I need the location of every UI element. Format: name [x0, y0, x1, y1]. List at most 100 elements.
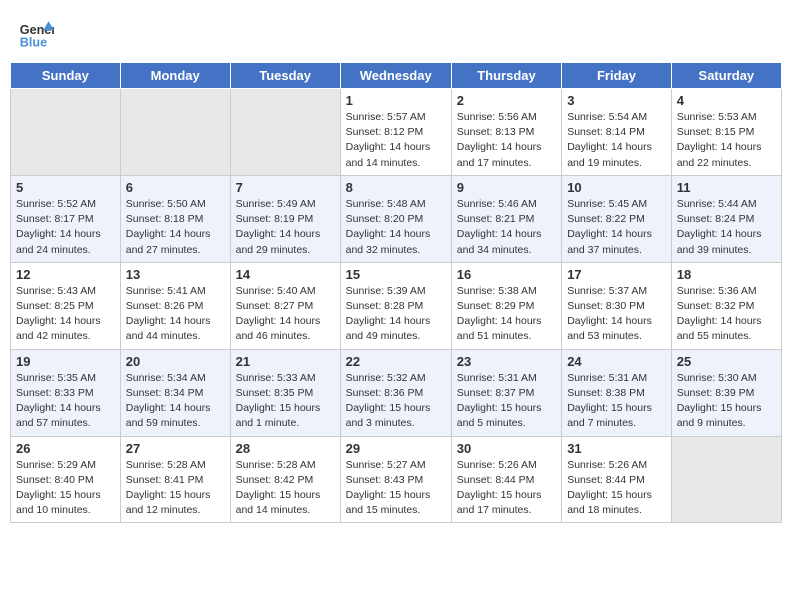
- day-info: Sunrise: 5:46 AM Sunset: 8:21 PM Dayligh…: [457, 197, 556, 258]
- day-number: 30: [457, 441, 556, 456]
- calendar-cell: 19 Sunrise: 5:35 AM Sunset: 8:33 PM Dayli…: [11, 349, 121, 436]
- day-info: Sunrise: 5:52 AM Sunset: 8:17 PM Dayligh…: [16, 197, 115, 258]
- day-number: 27: [126, 441, 225, 456]
- weekday-header-monday: Monday: [120, 63, 230, 89]
- week-row-3: 12 Sunrise: 5:43 AM Sunset: 8:25 PM Dayli…: [11, 262, 782, 349]
- calendar-cell: 28Sunrise: 5:28 AM Sunset: 8:42 PM Dayli…: [230, 436, 340, 523]
- day-info: Sunrise: 5:33 AM Sunset: 8:35 PM Dayligh…: [236, 371, 335, 432]
- calendar-cell: 22 Sunrise: 5:32 AM Sunset: 8:36 PM Dayli…: [340, 349, 451, 436]
- day-number: 2: [457, 93, 556, 108]
- day-number: 24: [567, 354, 666, 369]
- weekday-header-wednesday: Wednesday: [340, 63, 451, 89]
- day-info: Sunrise: 5:44 AM Sunset: 8:24 PM Dayligh…: [677, 197, 776, 258]
- day-number: 9: [457, 180, 556, 195]
- calendar-cell: 25 Sunrise: 5:30 AM Sunset: 8:39 PM Dayli…: [671, 349, 781, 436]
- day-number: 5: [16, 180, 115, 195]
- day-info: Sunrise: 5:48 AM Sunset: 8:20 PM Dayligh…: [346, 197, 446, 258]
- day-number: 12: [16, 267, 115, 282]
- weekday-header-friday: Friday: [562, 63, 672, 89]
- day-number: 14: [236, 267, 335, 282]
- week-row-5: 26 Sunrise: 5:29 AM Sunset: 8:40 PM Dayli…: [11, 436, 782, 523]
- day-info: Sunrise: 5:43 AM Sunset: 8:25 PM Dayligh…: [16, 284, 115, 345]
- calendar-cell: 1Sunrise: 5:57 AM Sunset: 8:12 PM Daylig…: [340, 89, 451, 176]
- day-info: Sunrise: 5:49 AM Sunset: 8:19 PM Dayligh…: [236, 197, 335, 258]
- calendar-cell: 16 Sunrise: 5:38 AM Sunset: 8:29 PM Dayli…: [451, 262, 561, 349]
- calendar-cell: 10 Sunrise: 5:45 AM Sunset: 8:22 PM Dayli…: [562, 175, 672, 262]
- calendar-cell: 18Sunrise: 5:36 AM Sunset: 8:32 PM Dayli…: [671, 262, 781, 349]
- weekday-header-thursday: Thursday: [451, 63, 561, 89]
- day-info: Sunrise: 5:45 AM Sunset: 8:22 PM Dayligh…: [567, 197, 666, 258]
- day-info: Sunrise: 5:31 AM Sunset: 8:38 PM Dayligh…: [567, 371, 666, 432]
- calendar-cell: 4 Sunrise: 5:53 AM Sunset: 8:15 PM Daylig…: [671, 89, 781, 176]
- weekday-header-row: SundayMondayTuesdayWednesdayThursdayFrid…: [11, 63, 782, 89]
- calendar-cell: 20 Sunrise: 5:34 AM Sunset: 8:34 PM Dayli…: [120, 349, 230, 436]
- page-header: General Blue: [10, 10, 782, 54]
- day-info: Sunrise: 5:41 AM Sunset: 8:26 PM Dayligh…: [126, 284, 225, 345]
- day-number: 25: [677, 354, 776, 369]
- day-info: Sunrise: 5:56 AM Sunset: 8:13 PM Dayligh…: [457, 110, 556, 171]
- calendar-cell: 31 Sunrise: 5:26 AM Sunset: 8:44 PM Dayli…: [562, 436, 672, 523]
- calendar-cell: 6 Sunrise: 5:50 AM Sunset: 8:18 PM Daylig…: [120, 175, 230, 262]
- logo: General Blue: [18, 14, 54, 50]
- calendar-cell: 9 Sunrise: 5:46 AM Sunset: 8:21 PM Daylig…: [451, 175, 561, 262]
- day-number: 16: [457, 267, 556, 282]
- weekday-header-tuesday: Tuesday: [230, 63, 340, 89]
- day-info: Sunrise: 5:53 AM Sunset: 8:15 PM Dayligh…: [677, 110, 776, 171]
- day-info: Sunrise: 5:27 AM Sunset: 8:43 PM Dayligh…: [346, 458, 446, 519]
- day-number: 21: [236, 354, 335, 369]
- calendar-cell: 13 Sunrise: 5:41 AM Sunset: 8:26 PM Dayli…: [120, 262, 230, 349]
- day-number: 31: [567, 441, 666, 456]
- weekday-header-saturday: Saturday: [671, 63, 781, 89]
- week-row-2: 5 Sunrise: 5:52 AM Sunset: 8:17 PM Daylig…: [11, 175, 782, 262]
- day-number: 15: [346, 267, 446, 282]
- calendar-table: SundayMondayTuesdayWednesdayThursdayFrid…: [10, 62, 782, 523]
- logo-icon: General Blue: [18, 14, 54, 50]
- week-row-4: 19 Sunrise: 5:35 AM Sunset: 8:33 PM Dayli…: [11, 349, 782, 436]
- day-info: Sunrise: 5:28 AM Sunset: 8:41 PM Dayligh…: [126, 458, 225, 519]
- calendar-cell: [11, 89, 121, 176]
- day-number: 26: [16, 441, 115, 456]
- calendar-cell: [230, 89, 340, 176]
- calendar-cell: 30 Sunrise: 5:26 AM Sunset: 8:44 PM Dayli…: [451, 436, 561, 523]
- day-info: Sunrise: 5:32 AM Sunset: 8:36 PM Dayligh…: [346, 371, 446, 432]
- weekday-header-sunday: Sunday: [11, 63, 121, 89]
- day-number: 13: [126, 267, 225, 282]
- day-number: 11: [677, 180, 776, 195]
- svg-text:Blue: Blue: [20, 35, 47, 49]
- day-number: 22: [346, 354, 446, 369]
- day-info: Sunrise: 5:29 AM Sunset: 8:40 PM Dayligh…: [16, 458, 115, 519]
- calendar-cell: 17Sunrise: 5:37 AM Sunset: 8:30 PM Dayli…: [562, 262, 672, 349]
- day-number: 8: [346, 180, 446, 195]
- day-info: Sunrise: 5:31 AM Sunset: 8:37 PM Dayligh…: [457, 371, 556, 432]
- day-info: Sunrise: 5:50 AM Sunset: 8:18 PM Dayligh…: [126, 197, 225, 258]
- day-number: 3: [567, 93, 666, 108]
- calendar-cell: 7 Sunrise: 5:49 AM Sunset: 8:19 PM Daylig…: [230, 175, 340, 262]
- calendar-cell: 5 Sunrise: 5:52 AM Sunset: 8:17 PM Daylig…: [11, 175, 121, 262]
- day-number: 20: [126, 354, 225, 369]
- calendar-cell: 3 Sunrise: 5:54 AM Sunset: 8:14 PM Daylig…: [562, 89, 672, 176]
- day-info: Sunrise: 5:34 AM Sunset: 8:34 PM Dayligh…: [126, 371, 225, 432]
- calendar-cell: 8 Sunrise: 5:48 AM Sunset: 8:20 PM Daylig…: [340, 175, 451, 262]
- day-info: Sunrise: 5:28 AM Sunset: 8:42 PM Dayligh…: [236, 458, 335, 519]
- calendar-cell: 2 Sunrise: 5:56 AM Sunset: 8:13 PM Daylig…: [451, 89, 561, 176]
- calendar-cell: 27 Sunrise: 5:28 AM Sunset: 8:41 PM Dayli…: [120, 436, 230, 523]
- day-info: Sunrise: 5:54 AM Sunset: 8:14 PM Dayligh…: [567, 110, 666, 171]
- week-row-1: 1Sunrise: 5:57 AM Sunset: 8:12 PM Daylig…: [11, 89, 782, 176]
- calendar-cell: 26 Sunrise: 5:29 AM Sunset: 8:40 PM Dayli…: [11, 436, 121, 523]
- day-number: 4: [677, 93, 776, 108]
- day-number: 29: [346, 441, 446, 456]
- day-info: Sunrise: 5:26 AM Sunset: 8:44 PM Dayligh…: [457, 458, 556, 519]
- day-info: Sunrise: 5:30 AM Sunset: 8:39 PM Dayligh…: [677, 371, 776, 432]
- day-info: Sunrise: 5:35 AM Sunset: 8:33 PM Dayligh…: [16, 371, 115, 432]
- day-number: 7: [236, 180, 335, 195]
- day-number: 10: [567, 180, 666, 195]
- day-info: Sunrise: 5:36 AM Sunset: 8:32 PM Dayligh…: [677, 284, 776, 345]
- calendar-cell: [120, 89, 230, 176]
- day-info: Sunrise: 5:26 AM Sunset: 8:44 PM Dayligh…: [567, 458, 666, 519]
- calendar-cell: 15Sunrise: 5:39 AM Sunset: 8:28 PM Dayli…: [340, 262, 451, 349]
- day-number: 6: [126, 180, 225, 195]
- day-info: Sunrise: 5:37 AM Sunset: 8:30 PM Dayligh…: [567, 284, 666, 345]
- day-info: Sunrise: 5:38 AM Sunset: 8:29 PM Dayligh…: [457, 284, 556, 345]
- day-number: 19: [16, 354, 115, 369]
- day-number: 23: [457, 354, 556, 369]
